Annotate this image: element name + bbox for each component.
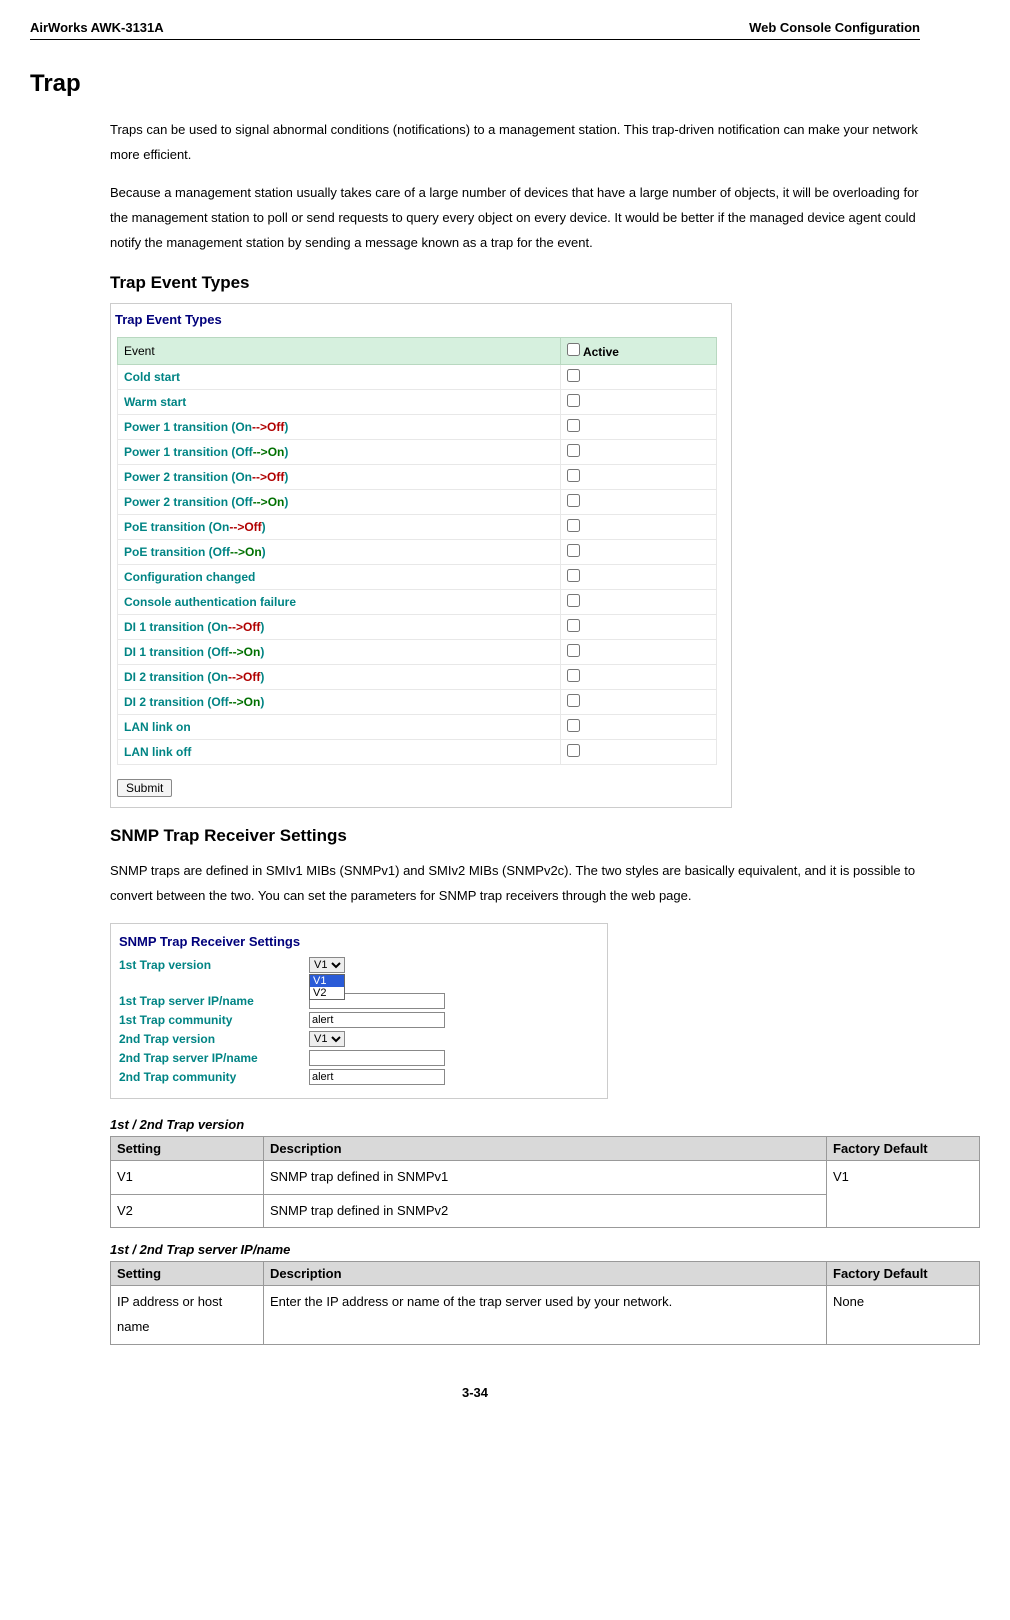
trap-active-checkbox[interactable] — [567, 394, 580, 407]
trap-event-cell: PoE transition (Off-->On) — [118, 540, 561, 565]
th-setting: Setting — [111, 1136, 264, 1160]
trap-active-cell — [560, 565, 716, 590]
cell: SNMP trap defined in SNMPv2 — [264, 1194, 827, 1228]
intro-para-1: Traps can be used to signal abnormal con… — [110, 118, 920, 167]
trap-active-cell — [560, 490, 716, 515]
trap-active-cell — [560, 640, 716, 665]
label-2nd-community: 2nd Trap community — [119, 1070, 309, 1084]
trap-active-checkbox[interactable] — [567, 619, 580, 632]
trap-active-checkbox[interactable] — [567, 644, 580, 657]
th-default: Factory Default — [827, 1262, 980, 1286]
active-all-checkbox[interactable] — [567, 343, 580, 356]
select-2nd-version[interactable]: V1 — [309, 1031, 345, 1047]
th-default: Factory Default — [827, 1136, 980, 1160]
label-1st-version: 1st Trap version — [119, 958, 309, 972]
cell: V1 — [111, 1160, 264, 1194]
col-active: Active — [560, 338, 716, 365]
trap-event-cell: DI 1 transition (On-->Off) — [118, 615, 561, 640]
trap-active-cell — [560, 740, 716, 765]
trap-active-checkbox[interactable] — [567, 419, 580, 432]
trap-event-cell: Cold start — [118, 365, 561, 390]
trap-active-checkbox[interactable] — [567, 719, 580, 732]
header-left: AirWorks AWK-3131A — [30, 20, 164, 35]
option-v2[interactable]: V2 — [310, 987, 344, 999]
input-1st-community[interactable] — [309, 1012, 445, 1028]
input-2nd-server[interactable] — [309, 1050, 445, 1066]
label-2nd-version: 2nd Trap version — [119, 1032, 309, 1046]
trap-active-cell — [560, 365, 716, 390]
trap-event-cell: Power 2 transition (On-->Off) — [118, 465, 561, 490]
table1-caption: 1st / 2nd Trap version — [110, 1117, 920, 1132]
trap-active-checkbox[interactable] — [567, 469, 580, 482]
input-2nd-community[interactable] — [309, 1069, 445, 1085]
trap-events-table: Event Active Cold startWarm startPower 1… — [117, 337, 717, 765]
trap-event-cell: DI 2 transition (Off-->On) — [118, 690, 561, 715]
screenshot-title: Trap Event Types — [111, 304, 731, 337]
trap-event-cell: PoE transition (On-->Off) — [118, 515, 561, 540]
trap-active-checkbox[interactable] — [567, 594, 580, 607]
trap-active-cell — [560, 715, 716, 740]
header-right: Web Console Configuration — [749, 20, 920, 35]
th-setting: Setting — [111, 1262, 264, 1286]
trap-active-cell — [560, 415, 716, 440]
trap-active-cell — [560, 390, 716, 415]
trap-event-cell: LAN link on — [118, 715, 561, 740]
cell: None — [827, 1286, 980, 1344]
trap-active-cell — [560, 465, 716, 490]
trap-event-cell: Power 1 transition (Off-->On) — [118, 440, 561, 465]
screenshot-title: SNMP Trap Receiver Settings — [119, 934, 599, 957]
dropdown-options[interactable]: V1 V2 — [309, 974, 345, 1000]
trap-version-table: Setting Description Factory Default V1 S… — [110, 1136, 980, 1228]
option-v1[interactable]: V1 — [310, 975, 344, 987]
trap-server-table: Setting Description Factory Default IP a… — [110, 1261, 980, 1344]
trap-active-cell — [560, 665, 716, 690]
trap-active-checkbox[interactable] — [567, 569, 580, 582]
table2-caption: 1st / 2nd Trap server IP/name — [110, 1242, 920, 1257]
cell: Enter the IP address or name of the trap… — [264, 1286, 827, 1344]
select-1st-version[interactable]: V1 — [309, 957, 345, 973]
label-1st-server: 1st Trap server IP/name — [119, 994, 309, 1008]
th-desc: Description — [264, 1262, 827, 1286]
snmp-settings-screenshot: SNMP Trap Receiver Settings 1st Trap ver… — [110, 923, 608, 1099]
trap-active-checkbox[interactable] — [567, 444, 580, 457]
trap-active-checkbox[interactable] — [567, 369, 580, 382]
snmp-para: SNMP traps are defined in SMIv1 MIBs (SN… — [110, 859, 920, 908]
page-number: 3-34 — [30, 1385, 920, 1400]
page-title: Trap — [30, 70, 920, 98]
trap-active-checkbox[interactable] — [567, 519, 580, 532]
trap-active-cell — [560, 615, 716, 640]
trap-active-checkbox[interactable] — [567, 744, 580, 757]
col-event: Event — [118, 338, 561, 365]
label-1st-community: 1st Trap community — [119, 1013, 309, 1027]
trap-event-types-heading: Trap Event Types — [110, 273, 920, 293]
intro-para-2: Because a management station usually tak… — [110, 181, 920, 255]
trap-event-cell: Power 2 transition (Off-->On) — [118, 490, 561, 515]
label-2nd-server: 2nd Trap server IP/name — [119, 1051, 309, 1065]
trap-event-cell: Configuration changed — [118, 565, 561, 590]
snmp-settings-heading: SNMP Trap Receiver Settings — [110, 826, 920, 846]
trap-event-cell: Console authentication failure — [118, 590, 561, 615]
trap-active-checkbox[interactable] — [567, 544, 580, 557]
trap-active-cell — [560, 690, 716, 715]
trap-active-cell — [560, 590, 716, 615]
trap-active-cell — [560, 440, 716, 465]
cell: SNMP trap defined in SNMPv1 — [264, 1160, 827, 1194]
trap-event-types-screenshot: Trap Event Types Event Active Cold start… — [110, 303, 732, 808]
cell: V2 — [111, 1194, 264, 1228]
trap-active-checkbox[interactable] — [567, 669, 580, 682]
submit-button[interactable]: Submit — [117, 779, 172, 797]
trap-active-checkbox[interactable] — [567, 694, 580, 707]
trap-event-cell: Warm start — [118, 390, 561, 415]
trap-event-cell: Power 1 transition (On-->Off) — [118, 415, 561, 440]
trap-event-cell: LAN link off — [118, 740, 561, 765]
page-header: AirWorks AWK-3131A Web Console Configura… — [30, 20, 920, 40]
trap-active-cell — [560, 515, 716, 540]
trap-active-cell — [560, 540, 716, 565]
cell: V1 — [827, 1160, 980, 1227]
trap-event-cell: DI 1 transition (Off-->On) — [118, 640, 561, 665]
trap-active-checkbox[interactable] — [567, 494, 580, 507]
th-desc: Description — [264, 1136, 827, 1160]
cell: IP address or host name — [111, 1286, 264, 1344]
trap-event-cell: DI 2 transition (On-->Off) — [118, 665, 561, 690]
